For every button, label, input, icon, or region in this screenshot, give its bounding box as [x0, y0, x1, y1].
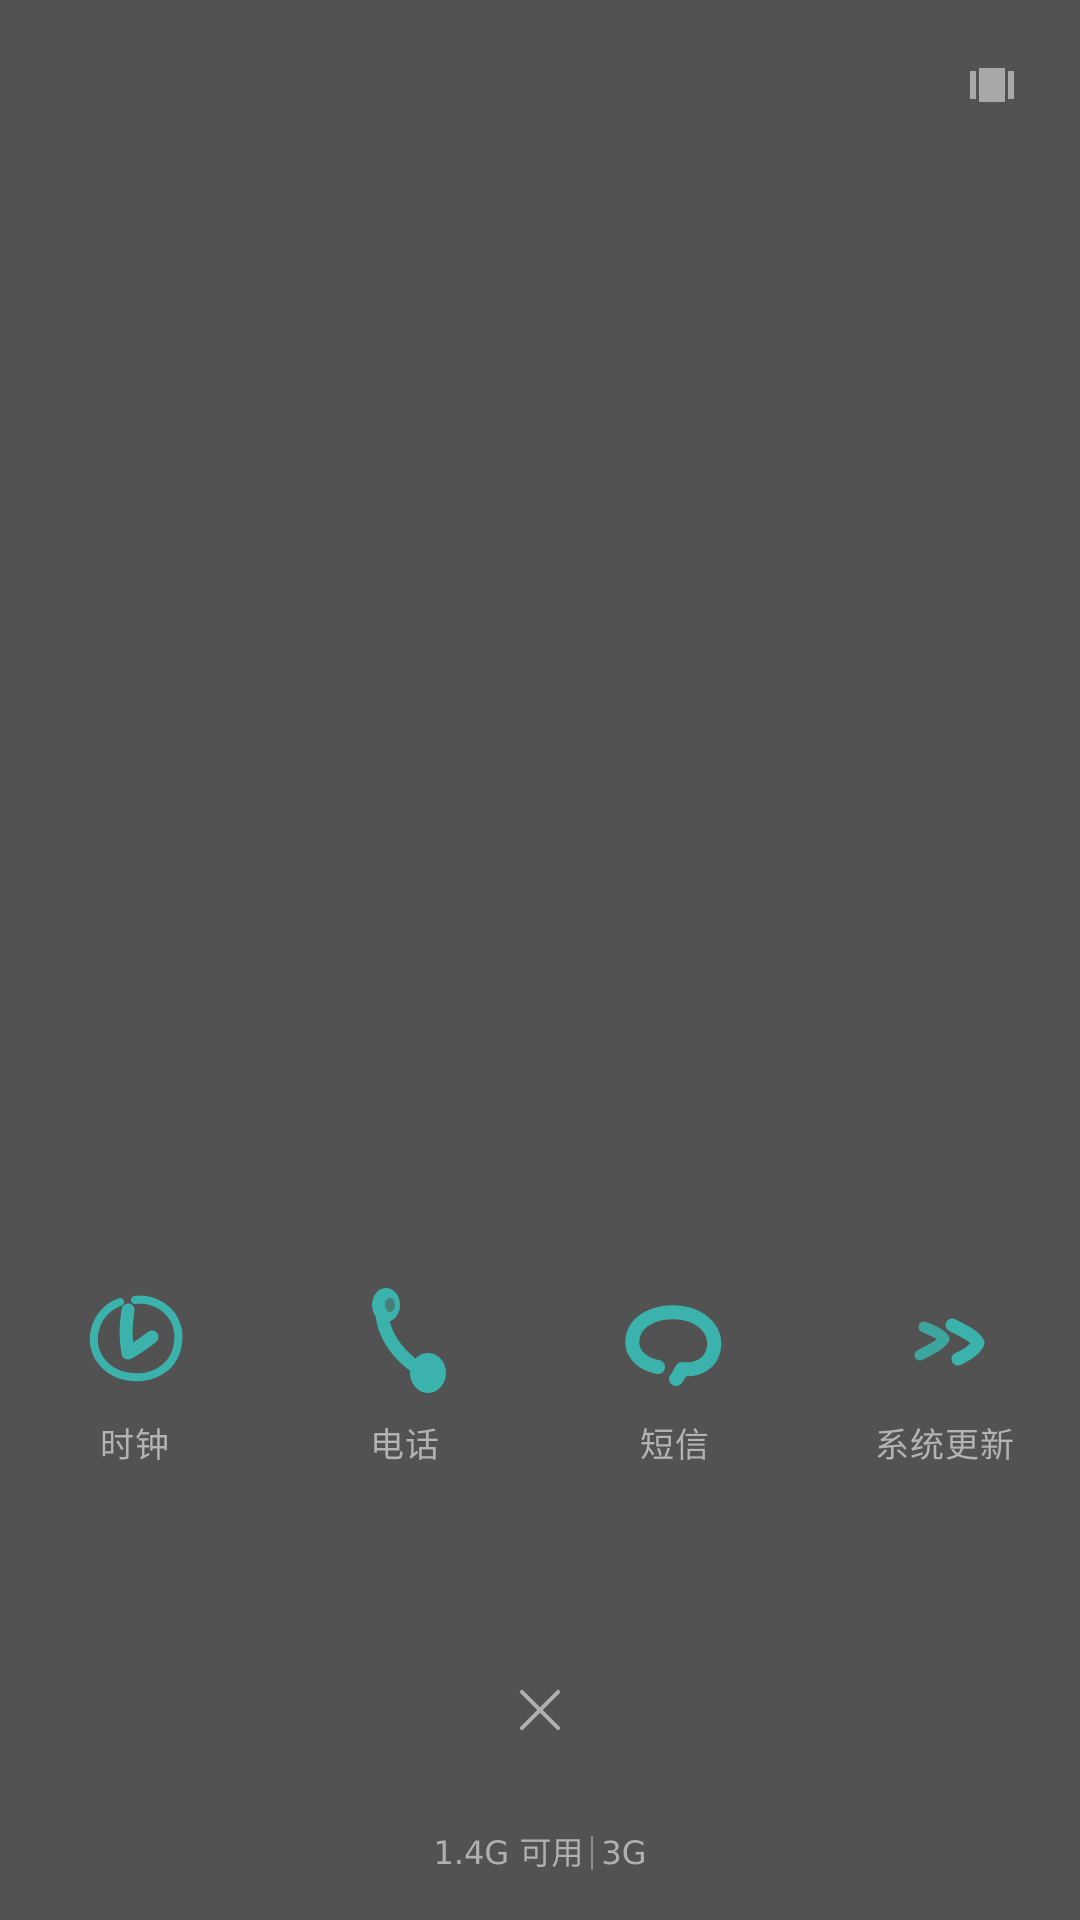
memory-available: 1.4G 可用 — [433, 1834, 584, 1872]
app-label-messages: 短信 — [640, 1426, 710, 1466]
close-icon[interactable] — [510, 1680, 570, 1740]
app-system-update[interactable]: 系统更新 — [835, 1275, 1055, 1475]
message-icon — [625, 1305, 722, 1386]
clock-icon — [89, 1295, 183, 1382]
app-label-phone: 电话 — [370, 1426, 440, 1466]
recent-apps-icon[interactable] — [970, 68, 1014, 102]
divider — [591, 1836, 594, 1870]
system-update-icon — [914, 1318, 985, 1366]
recent-apps-row: 时钟 电话 短信 系统更新 — [0, 1275, 1080, 1475]
app-messages[interactable]: 短信 — [565, 1275, 785, 1475]
app-phone[interactable]: 电话 — [295, 1275, 515, 1475]
phone-icon — [372, 1288, 446, 1393]
memory-status: 1.4G 可用 3G — [0, 1836, 1080, 1870]
memory-total: 3G — [601, 1834, 647, 1872]
app-label-clock: 时钟 — [100, 1426, 170, 1466]
app-label-system-update: 系统更新 — [875, 1426, 1015, 1466]
app-clock[interactable]: 时钟 — [25, 1275, 245, 1475]
